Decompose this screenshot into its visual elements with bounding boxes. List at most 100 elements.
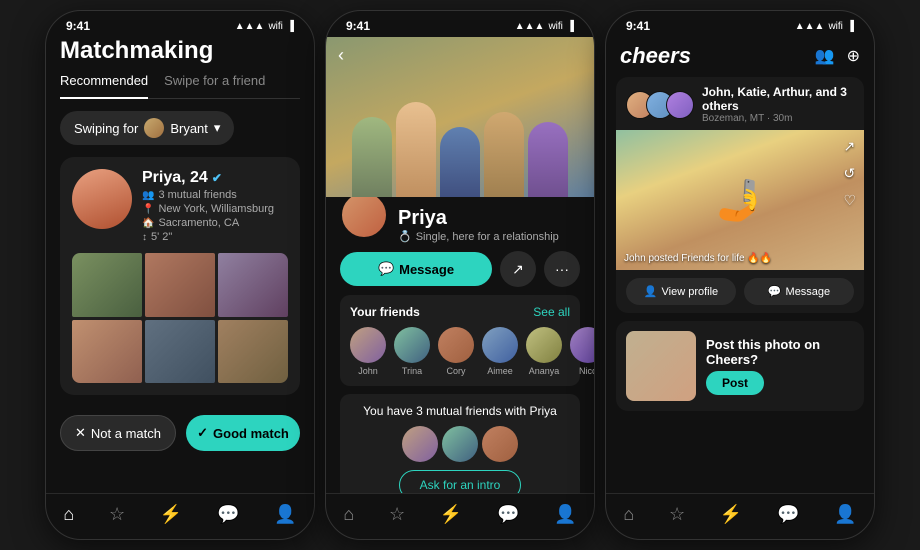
mutual-avatars	[350, 426, 570, 462]
profile2-name-block: Priya 💍 Single, here for a relationship	[398, 207, 559, 243]
friend-name: Ananya	[529, 366, 560, 376]
height: ↕ 5' 2"	[142, 231, 288, 243]
cheers-logo: cheers	[620, 43, 691, 69]
post-card-main: John, Katie, Arthur, and 3 others Bozema…	[616, 77, 864, 313]
status-time-3: 9:41	[626, 19, 650, 33]
nav-star-icon-2[interactable]: ☆	[389, 504, 405, 525]
nav-profile-icon[interactable]: 👤	[274, 504, 296, 525]
profile-hero: ‹	[326, 37, 594, 197]
person-icon: 👤	[644, 285, 658, 298]
mutual-avatar	[482, 426, 518, 462]
profile-info: Priya, 24 ✔ 👥 3 mutual friends 📍 New Yor…	[142, 169, 288, 243]
phone-matchmaking: 9:41 ▲▲▲ wifi ▐ Matchmaking Recommended …	[45, 10, 315, 540]
share-button[interactable]: ↗	[500, 251, 536, 287]
wifi-icon-3: wifi	[828, 21, 842, 32]
nav-profile-icon-3[interactable]: 👤	[834, 504, 856, 525]
chevron-down-icon: ▾	[214, 120, 221, 136]
friend-avatar	[438, 327, 474, 363]
profile-avatar	[72, 169, 132, 229]
repost-icon[interactable]: ↺	[843, 165, 856, 182]
post-card-buttons: 👤 View profile 💬 Message	[616, 270, 864, 313]
friend-name: Nico	[579, 366, 594, 376]
battery-icon: ▐	[287, 21, 294, 32]
status-icons-3: ▲▲▲ wifi ▐	[795, 21, 854, 32]
nav-star-icon-3[interactable]: ☆	[669, 504, 685, 525]
good-match-button[interactable]: ✓ Good match	[186, 415, 300, 451]
message-icon-2: 💬	[768, 285, 782, 298]
add-friend-icon[interactable]: 👥	[815, 46, 835, 66]
tab-swipe-for-friend[interactable]: Swipe for a friend	[164, 73, 265, 92]
nav-home-icon-3[interactable]: ⌂	[623, 504, 634, 525]
verified-icon: ✔	[212, 171, 222, 185]
friends-title: Your friends	[350, 305, 420, 319]
friend-item: Nico	[570, 327, 594, 376]
nav-lightning-icon[interactable]: ⚡	[160, 504, 182, 525]
like-icon[interactable]: ♡	[843, 192, 856, 209]
bottom-nav-3: ⌂ ☆ ⚡ 💬 👤	[606, 493, 874, 539]
nav-chat-icon[interactable]: 💬	[217, 504, 239, 525]
photo-cell	[145, 320, 215, 384]
add-post-icon[interactable]: ⊕	[847, 46, 860, 66]
not-match-button[interactable]: ✕ Not a match	[60, 415, 176, 451]
view-profile-button[interactable]: 👤 View profile	[626, 278, 736, 305]
more-button[interactable]: ···	[544, 251, 580, 287]
nav-lightning-icon-3[interactable]: ⚡	[720, 504, 742, 525]
photo-cell	[218, 253, 288, 317]
signal-icon-3: ▲▲▲	[795, 21, 825, 32]
photo-cell	[72, 320, 142, 384]
nav-lightning-icon-2[interactable]: ⚡	[440, 504, 462, 525]
back-button[interactable]: ‹	[338, 45, 344, 66]
friend-item: Aimee	[482, 327, 518, 376]
swiping-label: Swiping for	[74, 121, 138, 136]
photo-cell	[145, 253, 215, 317]
home-icon: 🏠	[142, 218, 154, 229]
hero-figure	[484, 112, 524, 197]
friends-section: Your friends See all John Trina	[340, 295, 580, 386]
phone3-content: cheers 👥 ⊕ John, Katie, Arthur, and 3 ot…	[606, 37, 874, 493]
status-icons-1: ▲▲▲ wifi ▐	[235, 21, 294, 32]
tab-bar: Recommended Swipe for a friend	[60, 73, 300, 99]
swiping-selector[interactable]: Swiping for Bryant ▾	[60, 111, 234, 145]
friend-avatar	[482, 327, 518, 363]
nav-profile-icon-2[interactable]: 👤	[554, 504, 576, 525]
phone2-content: Priya 💍 Single, here for a relationship …	[326, 197, 594, 493]
page-title: Matchmaking	[60, 37, 300, 65]
post-name-block: John, Katie, Arthur, and 3 others Bozema…	[702, 85, 854, 124]
wifi-icon-2: wifi	[548, 21, 562, 32]
nav-chat-icon-3[interactable]: 💬	[777, 504, 799, 525]
friend-avatar-mini	[144, 118, 164, 138]
nav-home-icon[interactable]: ⌂	[63, 504, 74, 525]
share-icon[interactable]: ↗	[843, 138, 856, 155]
nav-home-icon-2[interactable]: ⌂	[343, 504, 354, 525]
post-meta: John, Katie, Arthur, and 3 others Bozema…	[616, 77, 864, 130]
nav-star-icon[interactable]: ☆	[109, 504, 125, 525]
photo-cell	[218, 320, 288, 384]
section-header: Your friends See all	[350, 305, 570, 319]
action-buttons: ✕ Not a match ✓ Good match	[60, 415, 300, 451]
selfie-image: 🤳	[616, 130, 864, 270]
nav-chat-icon-2[interactable]: 💬	[497, 504, 519, 525]
ask-intro-button[interactable]: Ask for an intro	[399, 470, 522, 493]
status-time-2: 9:41	[346, 19, 370, 33]
tab-recommended[interactable]: Recommended	[60, 73, 148, 99]
hero-figure	[352, 117, 392, 197]
bottom-nav-1: ⌂ ☆ ⚡ 💬 👤	[46, 493, 314, 539]
post-button[interactable]: Post	[706, 371, 764, 395]
friend-avatar	[526, 327, 562, 363]
height-icon: ↕	[142, 232, 147, 243]
profile2-subtitle: 💍 Single, here for a relationship	[398, 230, 559, 243]
see-all-friends[interactable]: See all	[533, 305, 570, 319]
photo-grid	[72, 253, 288, 383]
bottom-nav-2: ⌂ ☆ ⚡ 💬 👤	[326, 493, 594, 539]
message-button-2[interactable]: 💬 Message	[744, 278, 854, 305]
profile-name: Priya, 24 ✔	[142, 169, 288, 187]
message-button[interactable]: 💬 Message	[340, 252, 492, 286]
friend-name: Cory	[446, 366, 465, 376]
phone-cheers: 9:41 ▲▲▲ wifi ▐ cheers 👥 ⊕	[605, 10, 875, 540]
photo-cell	[72, 253, 142, 317]
group-avatar-item	[666, 91, 694, 119]
phones-container: 9:41 ▲▲▲ wifi ▐ Matchmaking Recommended …	[35, 0, 885, 550]
friends-icon: 👥	[142, 190, 154, 201]
signal-icon: ▲▲▲	[235, 21, 265, 32]
location1: 📍 New York, Williamsburg	[142, 203, 288, 215]
